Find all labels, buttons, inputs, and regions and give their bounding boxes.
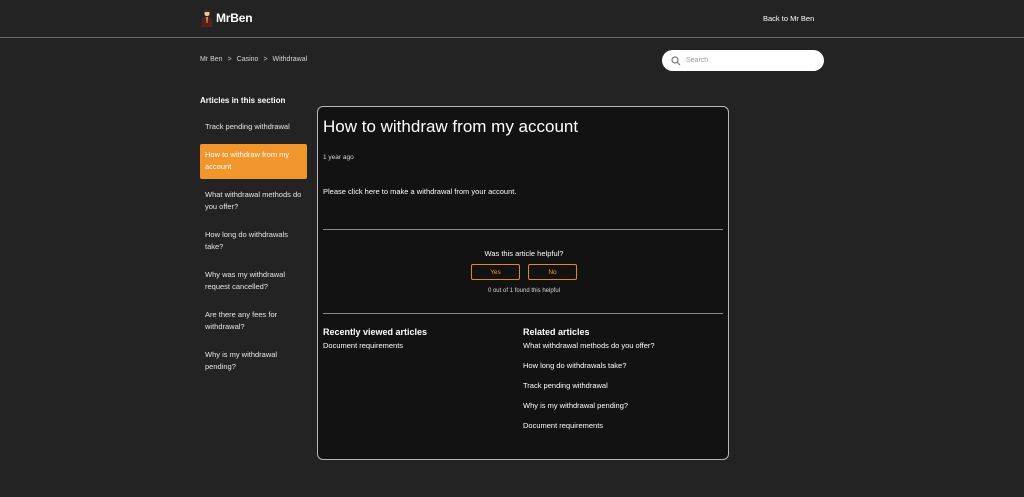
divider: [323, 229, 723, 230]
sidebar-item-how-to-withdraw[interactable]: How to withdraw from my account: [200, 143, 307, 179]
related-article-item[interactable]: Document requirements: [523, 421, 655, 431]
breadcrumb-item-casino[interactable]: Casino: [237, 56, 259, 63]
breadcrumb-item-home[interactable]: Mr Ben: [200, 56, 223, 63]
sidebar-item-withdrawal-fees[interactable]: Are there any fees for withdrawal?: [200, 304, 307, 339]
sidebar-item-withdrawal-time[interactable]: How long do withdrawals take?: [200, 224, 307, 259]
related-article-item[interactable]: What withdrawal methods do you offer?: [523, 341, 655, 351]
search-input[interactable]: [686, 57, 816, 64]
recently-viewed-title: Recently viewed articles: [323, 327, 428, 337]
sidebar-title: Articles in this section: [200, 96, 286, 105]
article-vote: Was this article helpful? Yes No 0 out o…: [318, 249, 730, 294]
breadcrumb-separator: >: [227, 56, 232, 63]
sidebar-item-track-pending-withdrawal[interactable]: Track pending withdrawal: [200, 116, 307, 139]
related-article-item[interactable]: How long do withdrawals take?: [523, 361, 655, 371]
breadcrumb-item-withdrawal[interactable]: Withdrawal: [273, 56, 308, 63]
article-title: How to withdraw from my account: [323, 117, 579, 136]
logo-text: MrBen: [216, 11, 253, 25]
recently-viewed-articles: Recently viewed articles Document requir…: [323, 327, 427, 361]
article-date: 1 year ago: [323, 154, 354, 161]
vote-yes-button[interactable]: Yes: [471, 264, 520, 280]
article-panel: How to withdraw from my account 1 year a…: [317, 106, 729, 460]
related-articles-title: Related articles: [523, 327, 590, 337]
divider: [323, 313, 723, 314]
breadcrumb-separator: >: [263, 56, 268, 63]
breadcrumb: Mr Ben > Casino > Withdrawal: [200, 56, 307, 63]
recently-viewed-item[interactable]: Document requirements: [323, 341, 427, 351]
related-article-item[interactable]: Why is my withdrawal pending?: [523, 401, 655, 411]
search-icon: [671, 55, 681, 65]
vote-question: Was this article helpful?: [484, 249, 564, 258]
search-box[interactable]: [662, 50, 824, 71]
logo[interactable]: MrBen: [200, 8, 253, 28]
mr-ben-mascot-icon: [201, 9, 213, 27]
sidebar-item-withdrawal-methods[interactable]: What withdrawal methods do you offer?: [200, 184, 307, 219]
sidebar-item-withdrawal-cancelled[interactable]: Why was my withdrawal request cancelled?: [200, 264, 307, 299]
vote-buttons: Yes No: [318, 264, 730, 280]
article-body: Please click here to make a withdrawal f…: [323, 187, 517, 196]
related-articles: Related articles What withdrawal methods…: [523, 327, 655, 441]
related-article-item[interactable]: Track pending withdrawal: [523, 381, 655, 391]
vote-no-button[interactable]: No: [528, 264, 577, 280]
section-sidebar: Articles in this section Track pending w…: [200, 96, 307, 384]
vote-count: 0 out of 1 found this helpful: [487, 288, 561, 294]
site-header: MrBen Back to Mr Ben: [0, 0, 1024, 38]
sidebar-item-withdrawal-pending[interactable]: Why is my withdrawal pending?: [200, 344, 307, 379]
back-to-site-link[interactable]: Back to Mr Ben: [763, 14, 814, 23]
